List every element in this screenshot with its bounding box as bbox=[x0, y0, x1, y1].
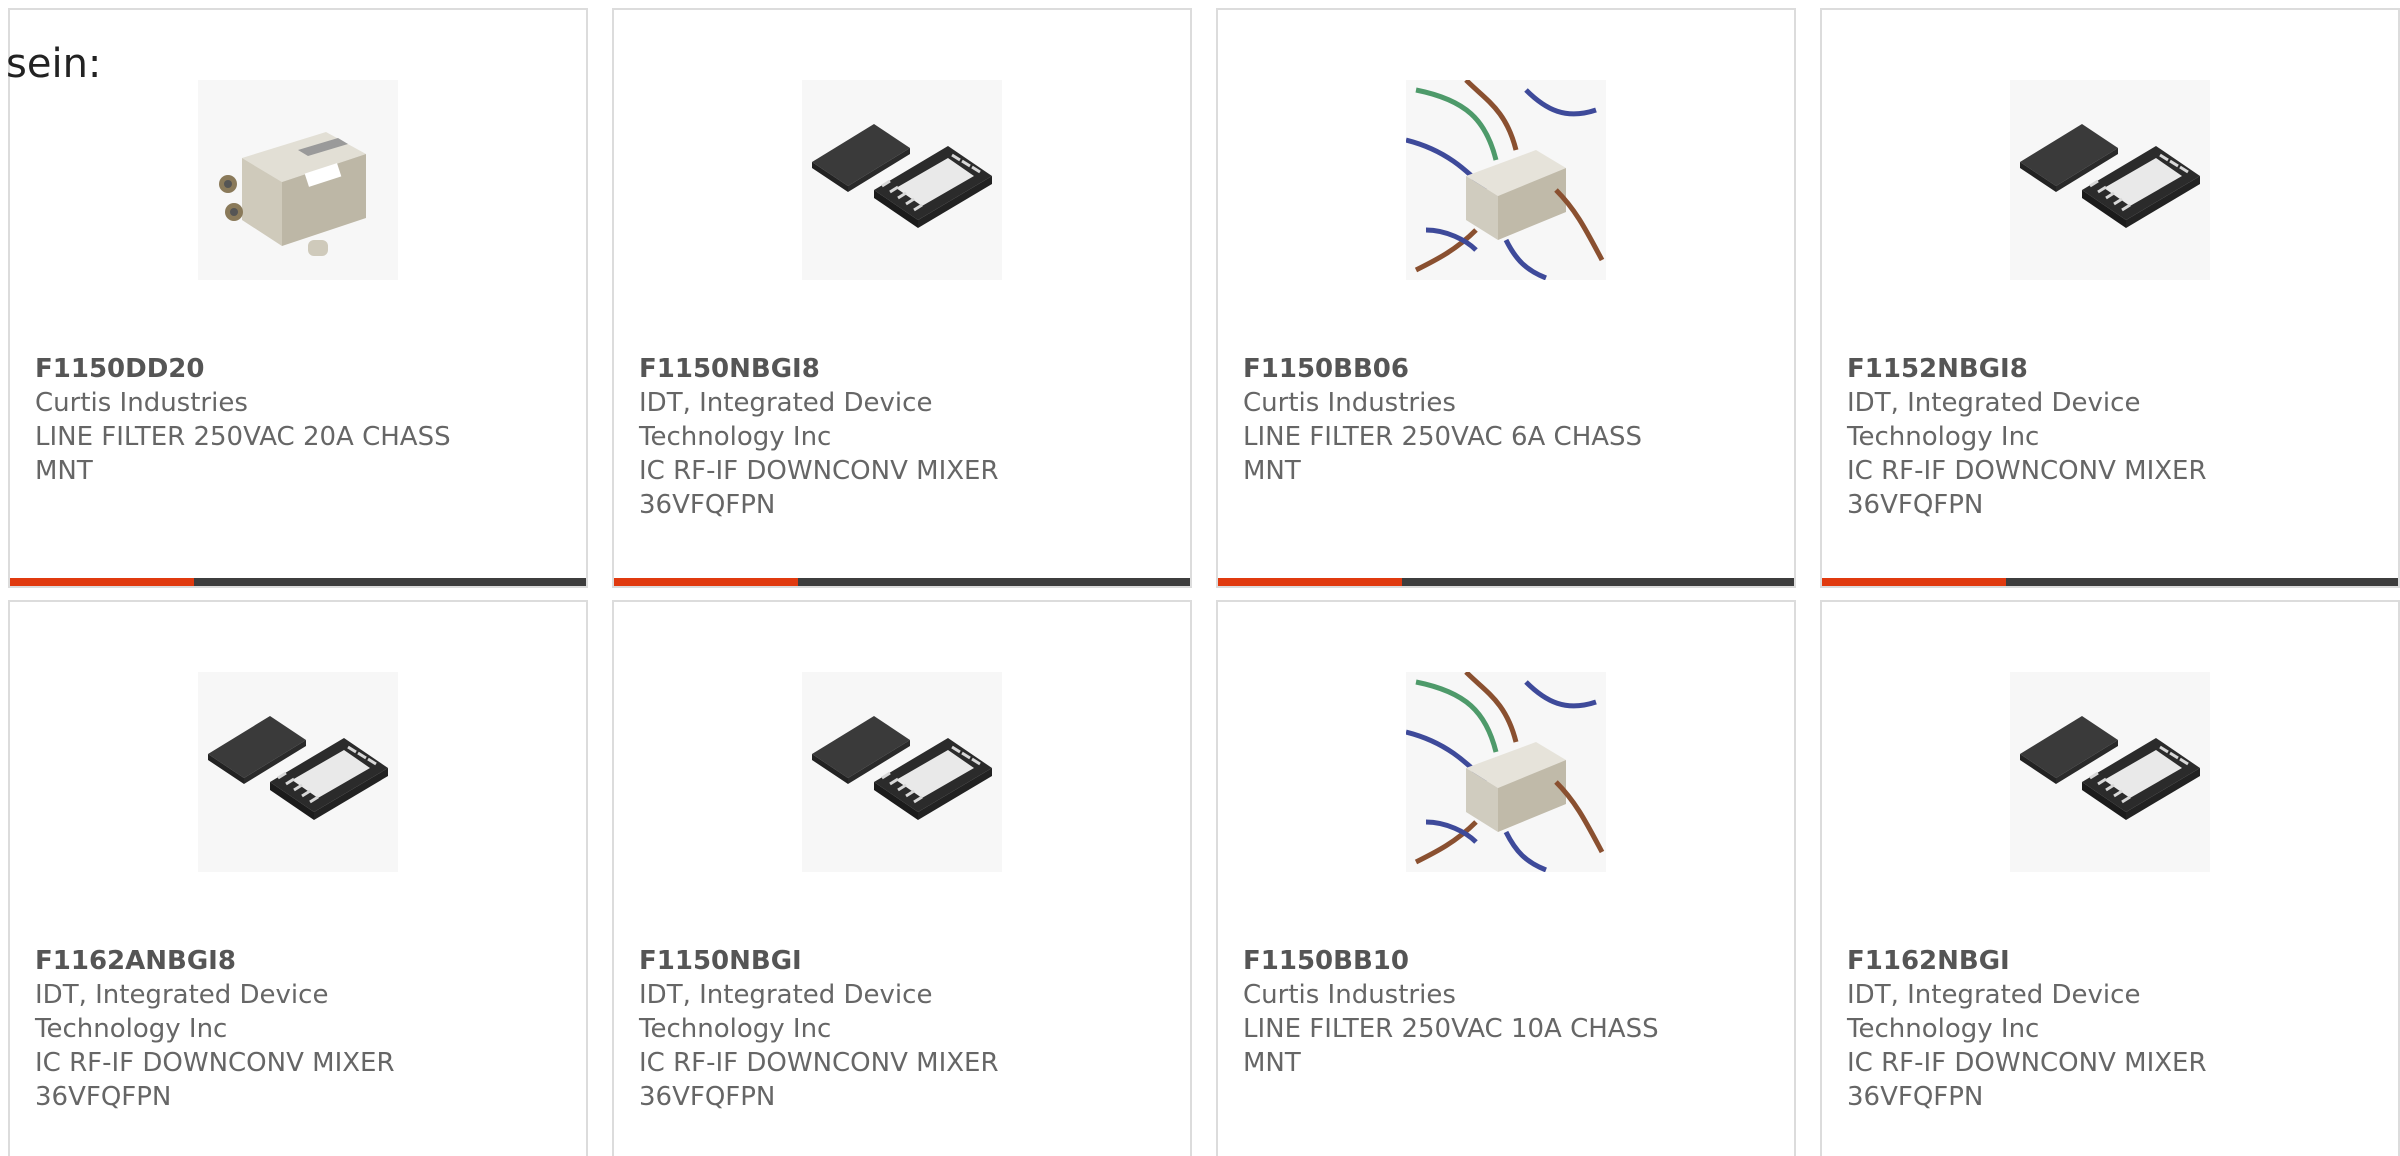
product-grid-page: sein: F1150DD20 Curtis Industries LINE F… bbox=[0, 0, 2400, 1156]
product-image[interactable] bbox=[1406, 80, 1606, 280]
product-info: F1162NBGI IDT, Integrated Device Technol… bbox=[1847, 944, 2277, 1114]
product-description: IC RF-IF DOWNCONV MIXER 36VFQFPN bbox=[1847, 456, 2207, 520]
part-number[interactable]: F1150BB10 bbox=[1243, 944, 1673, 978]
manufacturer-name: Curtis Industries bbox=[35, 388, 248, 418]
product-card[interactable]: F1150NBGI IDT, Integrated Device Technol… bbox=[612, 600, 1192, 1156]
product-description: IC RF-IF DOWNCONV MIXER 36VFQFPN bbox=[639, 456, 999, 520]
manufacturer-name: Curtis Industries bbox=[1243, 388, 1456, 418]
product-card[interactable]: F1150BB06 Curtis Industries LINE FILTER … bbox=[1216, 8, 1796, 588]
product-description: LINE FILTER 250VAC 20A CHASS MNT bbox=[35, 422, 451, 486]
manufacturer-name: IDT, Integrated Device Technology Inc bbox=[1847, 980, 2141, 1044]
product-info: F1162ANBGI8 IDT, Integrated Device Techn… bbox=[35, 944, 465, 1114]
product-image[interactable] bbox=[802, 672, 1002, 872]
product-card[interactable]: F1150DD20 Curtis Industries LINE FILTER … bbox=[8, 8, 588, 588]
product-description: IC RF-IF DOWNCONV MIXER 36VFQFPN bbox=[639, 1048, 999, 1112]
part-number[interactable]: F1150BB06 bbox=[1243, 352, 1673, 386]
manufacturer-name: IDT, Integrated Device Technology Inc bbox=[35, 980, 329, 1044]
card-hover-bar bbox=[10, 578, 586, 586]
part-number[interactable]: F1150NBGI8 bbox=[639, 352, 1069, 386]
card-hover-bar bbox=[614, 578, 1190, 586]
part-number[interactable]: F1150DD20 bbox=[35, 352, 465, 386]
card-hover-bar bbox=[1218, 578, 1794, 586]
product-grid: F1150DD20 Curtis Industries LINE FILTER … bbox=[8, 8, 2400, 1156]
part-number[interactable]: F1150NBGI bbox=[639, 944, 1069, 978]
product-info: F1150DD20 Curtis Industries LINE FILTER … bbox=[35, 352, 465, 488]
manufacturer-name: IDT, Integrated Device Technology Inc bbox=[639, 980, 933, 1044]
product-info: F1152NBGI8 IDT, Integrated Device Techno… bbox=[1847, 352, 2277, 522]
product-card[interactable]: F1150BB10 Curtis Industries LINE FILTER … bbox=[1216, 600, 1796, 1156]
product-card[interactable]: F1162ANBGI8 IDT, Integrated Device Techn… bbox=[8, 600, 588, 1156]
manufacturer-name: Curtis Industries bbox=[1243, 980, 1456, 1010]
product-info: F1150BB10 Curtis Industries LINE FILTER … bbox=[1243, 944, 1673, 1080]
card-bar-accent bbox=[614, 578, 798, 586]
part-number[interactable]: F1162ANBGI8 bbox=[35, 944, 465, 978]
product-info: F1150NBGI IDT, Integrated Device Technol… bbox=[639, 944, 1069, 1114]
manufacturer-name: IDT, Integrated Device Technology Inc bbox=[1847, 388, 2141, 452]
product-image[interactable] bbox=[2010, 672, 2210, 872]
product-card[interactable]: F1162NBGI IDT, Integrated Device Technol… bbox=[1820, 600, 2400, 1156]
overlay-label: sein: bbox=[6, 41, 102, 87]
card-hover-bar bbox=[1822, 578, 2398, 586]
product-card[interactable]: F1150NBGI8 IDT, Integrated Device Techno… bbox=[612, 8, 1192, 588]
part-number[interactable]: F1152NBGI8 bbox=[1847, 352, 2277, 386]
product-description: LINE FILTER 250VAC 10A CHASS MNT bbox=[1243, 1014, 1659, 1078]
product-info: F1150BB06 Curtis Industries LINE FILTER … bbox=[1243, 352, 1673, 488]
manufacturer-name: IDT, Integrated Device Technology Inc bbox=[639, 388, 933, 452]
part-number[interactable]: F1162NBGI bbox=[1847, 944, 2277, 978]
product-image[interactable] bbox=[2010, 80, 2210, 280]
product-description: LINE FILTER 250VAC 6A CHASS MNT bbox=[1243, 422, 1643, 486]
product-description: IC RF-IF DOWNCONV MIXER 36VFQFPN bbox=[35, 1048, 395, 1112]
card-bar-accent bbox=[1822, 578, 2006, 586]
product-image[interactable] bbox=[198, 80, 398, 280]
product-description: IC RF-IF DOWNCONV MIXER 36VFQFPN bbox=[1847, 1048, 2207, 1112]
card-bar-accent bbox=[1218, 578, 1402, 586]
product-image[interactable] bbox=[198, 672, 398, 872]
product-card[interactable]: F1152NBGI8 IDT, Integrated Device Techno… bbox=[1820, 8, 2400, 588]
product-image[interactable] bbox=[802, 80, 1002, 280]
product-image[interactable] bbox=[1406, 672, 1606, 872]
card-bar-accent bbox=[10, 578, 194, 586]
product-info: F1150NBGI8 IDT, Integrated Device Techno… bbox=[639, 352, 1069, 522]
